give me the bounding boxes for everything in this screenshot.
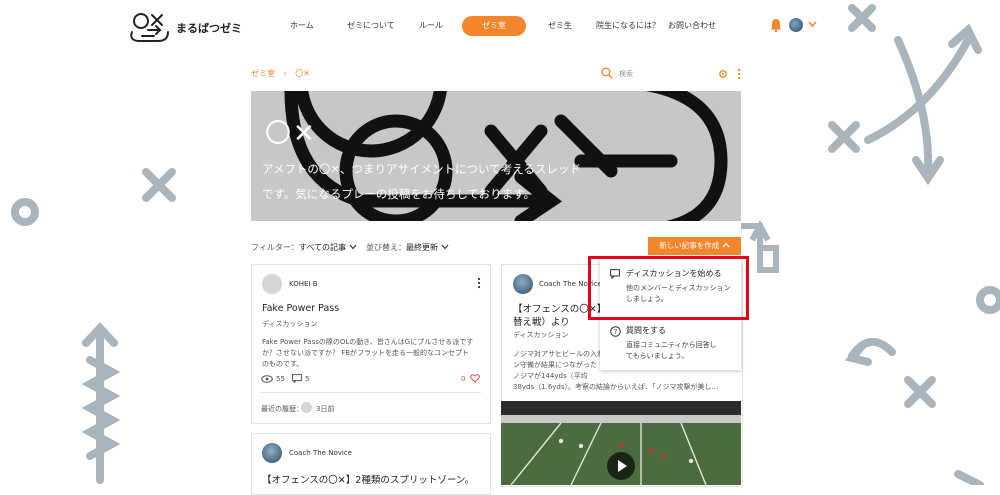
recent-activity-avatar[interactable]	[301, 402, 312, 413]
nav-rules[interactable]: ルール	[419, 16, 443, 36]
create-post-button[interactable]: 新しい記事を作成	[648, 237, 741, 255]
likes-count: 0	[461, 375, 466, 383]
post-category[interactable]: ディスカッション	[262, 319, 318, 329]
play-icon[interactable]	[606, 451, 636, 481]
breadcrumb-separator-icon: ›	[283, 69, 287, 78]
filter-value: すべての記事	[298, 243, 346, 252]
filter-label: フィルター：	[251, 243, 299, 252]
chevron-down-icon	[441, 244, 449, 250]
sort-dropdown[interactable]: 並び替え：最終更新	[366, 242, 449, 253]
brand-name[interactable]: まるばつゼミ	[176, 20, 242, 36]
search-input[interactable]: 検索	[619, 69, 633, 79]
recent-activity-time: 3日前	[316, 405, 335, 413]
post-title[interactable]: 【オフェンスの〇✕】2種類のスプリットゾーン。	[262, 472, 474, 486]
comment-icon	[292, 374, 302, 383]
sort-label: 並び替え：	[366, 243, 406, 252]
site-logo[interactable]	[128, 10, 172, 44]
comments-count: 5	[305, 375, 310, 383]
description-line: てもらいましょう。	[626, 352, 689, 360]
more-options-icon[interactable]	[737, 68, 741, 80]
description-line: 直接コミュニティから回答し	[626, 341, 717, 349]
post-title[interactable]: Fake Power Pass	[262, 303, 339, 314]
author-avatar[interactable]	[262, 274, 282, 294]
question-icon: ?	[610, 326, 621, 337]
nav-home[interactable]: ホーム	[290, 16, 314, 36]
author-avatar[interactable]	[513, 274, 533, 294]
chevron-down-icon	[349, 244, 356, 250]
views-icon	[261, 375, 273, 383]
video-thumbnail[interactable]	[501, 401, 741, 485]
banner-description-line-1: アメフトの〇✕、つまりアサイメントについて考えるスレッド	[262, 162, 581, 176]
post-excerpt-line: Fake Power Passの際のOLの動き、皆さんはGにプルさせる派です	[262, 338, 474, 346]
nav-seminar-room[interactable]: ゼミ室	[462, 16, 526, 36]
gear-icon[interactable]	[718, 69, 728, 79]
nav-students[interactable]: ゼミ生	[548, 16, 572, 36]
post-author[interactable]: Coach The Novice	[289, 449, 352, 457]
background-decoration	[11, 4, 1000, 485]
ask-question-description: 直接コミュニティから回答し てもらいましょう。	[626, 340, 717, 362]
post-excerpt-line: か？させない派ですか？ FBがフラットを走る一般的なコンセプト	[262, 349, 470, 357]
author-avatar[interactable]	[262, 443, 282, 463]
post-author[interactable]: KOHEI B	[289, 280, 318, 288]
breadcrumb-item-category[interactable]: 〇✕	[295, 69, 310, 78]
category-banner: 〇✕ アメフトの〇✕、つまりアサイメントについて考えるスレッド です。気になるプ…	[251, 91, 741, 221]
notification-bell-icon[interactable]	[770, 18, 782, 32]
post-card[interactable]: Coach The Novice 【オフェンスの〇✕】2種類のスプリットゾーン。	[251, 433, 491, 495]
breadcrumb: ゼミ室 › 〇✕	[251, 68, 316, 79]
nav-become-grad[interactable]: 院生になるには？	[596, 16, 660, 36]
post-category[interactable]: ディスカッション	[513, 330, 569, 340]
banner-description: アメフトの〇✕、つまりアサイメントについて考えるスレッド です。気になるプレーの…	[262, 157, 622, 207]
post-menu-icon[interactable]	[477, 277, 481, 289]
banner-title: 〇✕	[265, 119, 317, 149]
banner-description-line-2: です。気になるプレーの投稿をお待ちしております。	[262, 187, 536, 201]
nav-contact[interactable]: お問い合わせ	[668, 16, 716, 36]
post-excerpt-line: ノジマが144yds（平均	[513, 372, 588, 380]
ask-question-title: 質問をする	[626, 326, 666, 335]
nav-about[interactable]: ゼミについて	[347, 16, 395, 36]
divider	[261, 392, 481, 393]
recent-activity-label: 最近の履歴：	[261, 405, 303, 413]
search-icon[interactable]	[601, 67, 613, 79]
filter-dropdown[interactable]: フィルター：すべての記事	[251, 242, 357, 253]
post-excerpt[interactable]: Fake Power Passの際のOLの動き、皆さんはGにプルさせる派です か…	[262, 337, 484, 370]
ask-question-option[interactable]: ? 質問をする 直接コミュニティから回答し てもらいましょう。	[600, 320, 741, 370]
sort-value: 最終更新	[406, 243, 438, 252]
breadcrumb-item-seminar-room[interactable]: ゼミ室	[251, 69, 275, 78]
post-excerpt-line: のものです。	[262, 360, 304, 368]
chevron-down-icon[interactable]	[808, 20, 817, 28]
heart-icon[interactable]	[470, 374, 480, 383]
chevron-up-icon	[722, 242, 730, 248]
search-box[interactable]: 検索	[601, 66, 706, 82]
user-avatar[interactable]	[789, 18, 803, 32]
svg-text:?: ?	[614, 328, 618, 336]
highlight-box	[588, 256, 749, 320]
views-count: 55	[276, 375, 285, 383]
create-post-label: 新しい記事を作成	[659, 241, 720, 250]
post-excerpt-line: 38yds（1.6yds）。考察の結論からいえば、「ノジマ攻撃が美し…	[513, 383, 719, 391]
post-card[interactable]: KOHEI B Fake Power Pass ディスカッション Fake Po…	[251, 264, 491, 424]
site-header: まるばつゼミ ホーム ゼミについて ルール ゼミ室 ゼミ生 院生になるには？ お…	[0, 0, 1000, 52]
